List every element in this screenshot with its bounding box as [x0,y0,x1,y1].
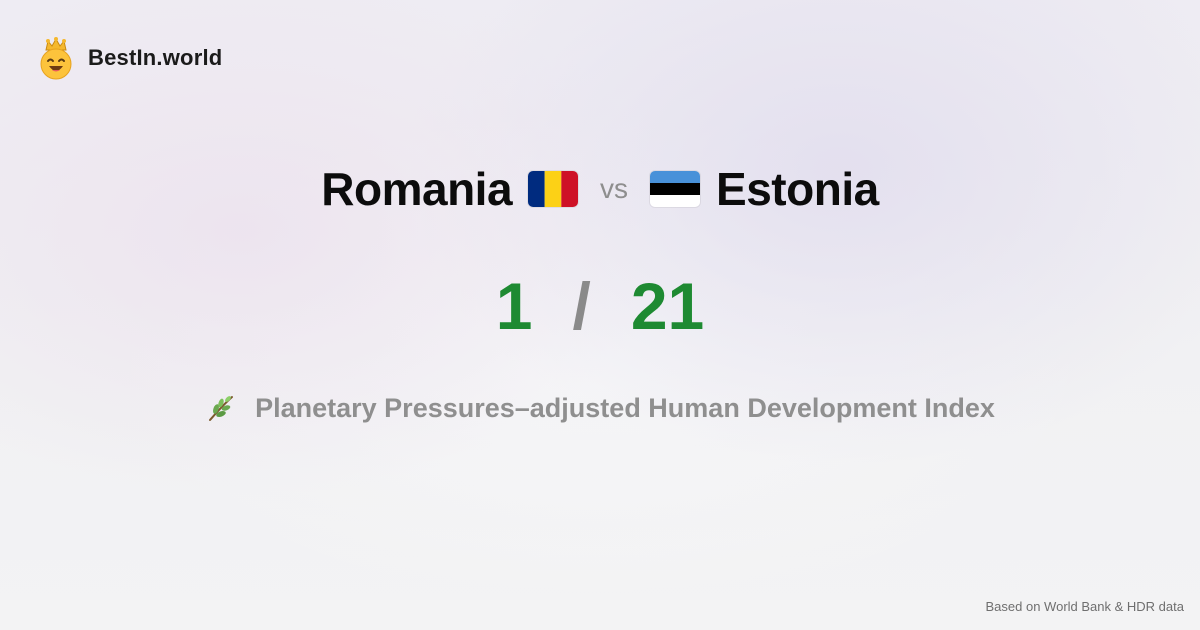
metric: Planetary Pressures–adjusted Human Devel… [0,388,1200,428]
brand[interactable]: BestIn.world [38,36,222,80]
right-rank: 21 [630,269,705,343]
estonia-flag-icon [650,171,701,207]
brand-name: BestIn.world [88,45,223,70]
rank-separator: / [572,269,591,343]
vs-label: vs [600,173,629,204]
metric-label: Planetary Pressures–adjusted Human Devel… [255,392,995,423]
right-country-name: Estonia [716,163,879,215]
herb-icon [209,396,234,421]
comparison-title: Romania vs Estonia [0,158,1200,220]
data-source-note: Based on World Bank & HDR data [985,599,1184,614]
left-rank: 1 [495,269,533,343]
romania-flag-icon [528,171,579,207]
rank-scores: 1 / 21 [0,266,1200,346]
crown-smiley-icon [40,37,72,80]
left-country-name: Romania [321,163,513,215]
